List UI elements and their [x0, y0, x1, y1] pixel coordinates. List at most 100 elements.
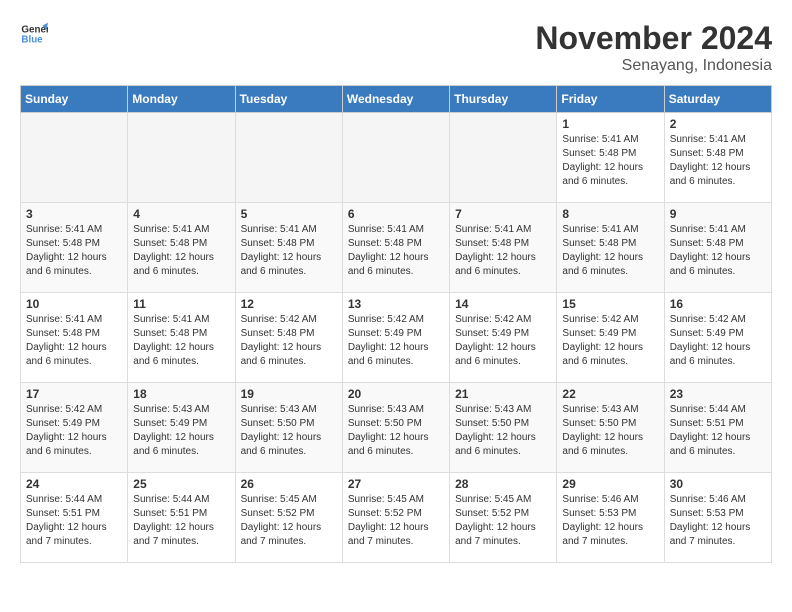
- calendar-cell: 7 Sunrise: 5:41 AMSunset: 5:48 PMDaylight…: [450, 203, 557, 293]
- day-number: 12: [241, 297, 337, 311]
- day-info: Sunrise: 5:43 AMSunset: 5:49 PMDaylight:…: [133, 403, 229, 459]
- day-info: Sunrise: 5:41 AMSunset: 5:48 PMDaylight:…: [670, 223, 766, 279]
- calendar-cell: 28 Sunrise: 5:45 AMSunset: 5:52 PMDayligh…: [450, 473, 557, 563]
- month-title: November 2024: [535, 20, 772, 57]
- calendar-week-row: 17 Sunrise: 5:42 AMSunset: 5:49 PMDayligh…: [21, 383, 772, 473]
- calendar-cell: 20 Sunrise: 5:43 AMSunset: 5:50 PMDayligh…: [342, 383, 449, 473]
- day-number: 28: [455, 477, 551, 491]
- day-info: Sunrise: 5:44 AMSunset: 5:51 PMDaylight:…: [670, 403, 766, 459]
- day-number: 20: [348, 387, 444, 401]
- day-info: Sunrise: 5:41 AMSunset: 5:48 PMDaylight:…: [26, 313, 122, 369]
- weekday-header: Thursday: [450, 86, 557, 113]
- day-number: 23: [670, 387, 766, 401]
- weekday-header: Tuesday: [235, 86, 342, 113]
- calendar-cell: 8Sunrise: 5:41 AMSunset: 5:48 PMDaylight…: [557, 203, 664, 293]
- calendar-cell: 18 Sunrise: 5:43 AMSunset: 5:49 PMDayligh…: [128, 383, 235, 473]
- day-info: Sunrise: 5:42 AMSunset: 5:49 PMDaylight:…: [455, 313, 551, 369]
- calendar-cell: 2 Sunrise: 5:41 AMSunset: 5:48 PMDaylight…: [664, 113, 771, 203]
- day-number: 7: [455, 207, 551, 221]
- day-number: 5: [241, 207, 337, 221]
- calendar-cell: 30 Sunrise: 5:46 AMSunset: 5:53 PMDayligh…: [664, 473, 771, 563]
- calendar-week-row: 24 Sunrise: 5:44 AMSunset: 5:51 PMDayligh…: [21, 473, 772, 563]
- day-number: 6: [348, 207, 444, 221]
- calendar-cell: 27 Sunrise: 5:45 AMSunset: 5:52 PMDayligh…: [342, 473, 449, 563]
- day-number: 8: [562, 207, 658, 221]
- calendar-cell: [235, 113, 342, 203]
- calendar-cell: 9 Sunrise: 5:41 AMSunset: 5:48 PMDaylight…: [664, 203, 771, 293]
- calendar-cell: [21, 113, 128, 203]
- calendar-cell: 15 Sunrise: 5:42 AMSunset: 5:49 PMDayligh…: [557, 293, 664, 383]
- day-info: Sunrise: 5:41 AMSunset: 5:48 PMDaylight:…: [133, 313, 229, 369]
- day-info: Sunrise: 5:43 AMSunset: 5:50 PMDaylight:…: [562, 403, 658, 459]
- day-info: Sunrise: 5:43 AMSunset: 5:50 PMDaylight:…: [241, 403, 337, 459]
- day-number: 25: [133, 477, 229, 491]
- day-info: Sunrise: 5:41 AMSunset: 5:48 PMDaylight:…: [670, 133, 766, 189]
- day-number: 17: [26, 387, 122, 401]
- calendar-cell: 14Sunrise: 5:42 AMSunset: 5:49 PMDayligh…: [450, 293, 557, 383]
- weekday-header: Wednesday: [342, 86, 449, 113]
- calendar-cell: [450, 113, 557, 203]
- calendar-week-row: 1Sunrise: 5:41 AMSunset: 5:48 PMDaylight…: [21, 113, 772, 203]
- day-number: 13: [348, 297, 444, 311]
- day-info: Sunrise: 5:44 AMSunset: 5:51 PMDaylight:…: [26, 493, 122, 549]
- calendar-cell: 16 Sunrise: 5:42 AMSunset: 5:49 PMDayligh…: [664, 293, 771, 383]
- calendar-cell: 22 Sunrise: 5:43 AMSunset: 5:50 PMDayligh…: [557, 383, 664, 473]
- day-number: 22: [562, 387, 658, 401]
- weekday-header: Saturday: [664, 86, 771, 113]
- day-number: 9: [670, 207, 766, 221]
- day-number: 18: [133, 387, 229, 401]
- calendar-cell: 23 Sunrise: 5:44 AMSunset: 5:51 PMDayligh…: [664, 383, 771, 473]
- header-row: SundayMondayTuesdayWednesdayThursdayFrid…: [21, 86, 772, 113]
- day-info: Sunrise: 5:41 AMSunset: 5:48 PMDaylight:…: [26, 223, 122, 279]
- calendar-cell: 29 Sunrise: 5:46 AMSunset: 5:53 PMDayligh…: [557, 473, 664, 563]
- day-number: 11: [133, 297, 229, 311]
- day-info: Sunrise: 5:42 AMSunset: 5:49 PMDaylight:…: [348, 313, 444, 369]
- day-info: Sunrise: 5:42 AMSunset: 5:49 PMDaylight:…: [670, 313, 766, 369]
- weekday-header: Friday: [557, 86, 664, 113]
- calendar-cell: 13 Sunrise: 5:42 AMSunset: 5:49 PMDayligh…: [342, 293, 449, 383]
- day-info: Sunrise: 5:41 AMSunset: 5:48 PMDaylight:…: [241, 223, 337, 279]
- day-info: Sunrise: 5:44 AMSunset: 5:51 PMDaylight:…: [133, 493, 229, 549]
- calendar-cell: 24 Sunrise: 5:44 AMSunset: 5:51 PMDayligh…: [21, 473, 128, 563]
- day-number: 21: [455, 387, 551, 401]
- day-number: 26: [241, 477, 337, 491]
- calendar-cell: 6 Sunrise: 5:41 AMSunset: 5:48 PMDaylight…: [342, 203, 449, 293]
- day-number: 10: [26, 297, 122, 311]
- day-info: Sunrise: 5:46 AMSunset: 5:53 PMDaylight:…: [670, 493, 766, 549]
- calendar-cell: 11 Sunrise: 5:41 AMSunset: 5:48 PMDayligh…: [128, 293, 235, 383]
- calendar-table: SundayMondayTuesdayWednesdayThursdayFrid…: [20, 85, 772, 563]
- day-info: Sunrise: 5:41 AMSunset: 5:48 PMDaylight:…: [455, 223, 551, 279]
- day-info: Sunrise: 5:43 AMSunset: 5:50 PMDaylight:…: [348, 403, 444, 459]
- day-number: 16: [670, 297, 766, 311]
- day-number: 4: [133, 207, 229, 221]
- calendar-week-row: 10 Sunrise: 5:41 AMSunset: 5:48 PMDayligh…: [21, 293, 772, 383]
- calendar-cell: 21 Sunrise: 5:43 AMSunset: 5:50 PMDayligh…: [450, 383, 557, 473]
- day-info: Sunrise: 5:42 AMSunset: 5:49 PMDaylight:…: [26, 403, 122, 459]
- day-number: 3: [26, 207, 122, 221]
- day-info: Sunrise: 5:42 AMSunset: 5:49 PMDaylight:…: [562, 313, 658, 369]
- title-area: November 2024 Senayang, Indonesia: [535, 20, 772, 75]
- calendar-cell: 25 Sunrise: 5:44 AMSunset: 5:51 PMDayligh…: [128, 473, 235, 563]
- day-number: 24: [26, 477, 122, 491]
- calendar-cell: 1Sunrise: 5:41 AMSunset: 5:48 PMDaylight…: [557, 113, 664, 203]
- logo: General Blue: [20, 20, 48, 48]
- day-info: Sunrise: 5:45 AMSunset: 5:52 PMDaylight:…: [348, 493, 444, 549]
- calendar-cell: 3 Sunrise: 5:41 AMSunset: 5:48 PMDaylight…: [21, 203, 128, 293]
- day-info: Sunrise: 5:43 AMSunset: 5:50 PMDaylight:…: [455, 403, 551, 459]
- weekday-header: Sunday: [21, 86, 128, 113]
- day-number: 27: [348, 477, 444, 491]
- calendar-cell: 17 Sunrise: 5:42 AMSunset: 5:49 PMDayligh…: [21, 383, 128, 473]
- day-number: 15: [562, 297, 658, 311]
- day-info: Sunrise: 5:46 AMSunset: 5:53 PMDaylight:…: [562, 493, 658, 549]
- day-number: 30: [670, 477, 766, 491]
- day-number: 2: [670, 117, 766, 131]
- calendar-cell: 4Sunrise: 5:41 AMSunset: 5:48 PMDaylight…: [128, 203, 235, 293]
- day-info: Sunrise: 5:41 AMSunset: 5:48 PMDaylight:…: [348, 223, 444, 279]
- svg-text:Blue: Blue: [21, 34, 43, 45]
- day-info: Sunrise: 5:42 AMSunset: 5:48 PMDaylight:…: [241, 313, 337, 369]
- day-info: Sunrise: 5:45 AMSunset: 5:52 PMDaylight:…: [455, 493, 551, 549]
- day-info: Sunrise: 5:45 AMSunset: 5:52 PMDaylight:…: [241, 493, 337, 549]
- day-number: 29: [562, 477, 658, 491]
- weekday-header: Monday: [128, 86, 235, 113]
- day-info: Sunrise: 5:41 AMSunset: 5:48 PMDaylight:…: [562, 133, 658, 189]
